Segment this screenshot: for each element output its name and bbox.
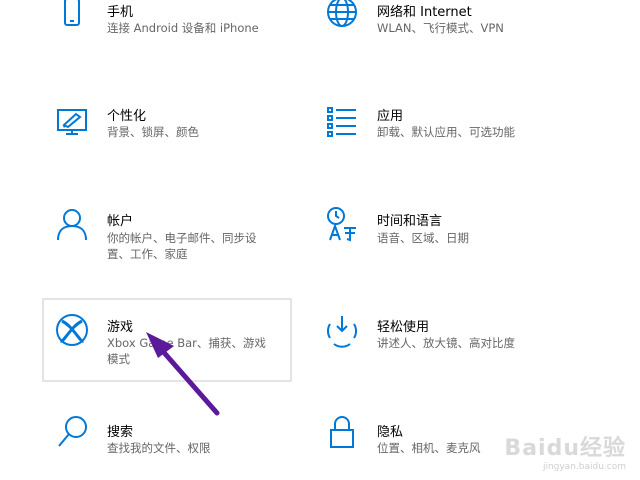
- setting-desc-ease-of-access: 讲述人、放大镜、高对比度: [377, 336, 515, 350]
- setting-title-accounts: 帐户: [107, 214, 134, 229]
- setting-tile-ease-of-access[interactable]: 轻松使用 讲述人、放大镜、高对比度: [312, 298, 582, 382]
- lock-icon: [324, 414, 360, 450]
- setting-tile-personalization[interactable]: 个性化 背景、锁屏、颜色: [42, 92, 292, 172]
- setting-title-personalization: 个性化: [107, 109, 147, 124]
- setting-title-time-language: 时间和语言: [377, 214, 443, 229]
- setting-tile-search[interactable]: 搜索 查找我的文件、权限: [42, 404, 292, 474]
- setting-tile-network[interactable]: 网络和 Internet WLAN、飞行模式、VPN: [312, 0, 582, 52]
- ease-of-access-icon: [324, 312, 360, 348]
- setting-desc-network: WLAN、飞行模式、VPN: [377, 21, 504, 35]
- setting-desc-accounts: 你的帐户、电子邮件、同步设置、工作、家庭: [107, 231, 257, 261]
- setting-desc-search: 查找我的文件、权限: [107, 441, 211, 455]
- setting-tile-phone[interactable]: 手机 连接 Android 设备和 iPhone: [42, 0, 292, 52]
- setting-title-ease-of-access: 轻松使用: [377, 320, 430, 335]
- setting-tile-time-language[interactable]: 时间和语言 语音、区域、日期: [312, 196, 582, 276]
- setting-tile-gaming[interactable]: 游戏 Xbox Game Bar、捕获、游戏模式: [42, 298, 292, 382]
- setting-title-network: 网络和 Internet: [377, 5, 472, 20]
- watermark-logo: Baidu经验: [504, 436, 626, 461]
- setting-title-search: 搜索: [107, 425, 134, 440]
- setting-tile-apps[interactable]: 应用 卸载、默认应用、可选功能: [312, 92, 582, 172]
- setting-title-apps: 应用: [377, 109, 404, 124]
- setting-desc-time-language: 语音、区域、日期: [377, 231, 469, 245]
- globe-icon: [324, 0, 360, 32]
- setting-title-gaming: 游戏: [107, 320, 134, 335]
- setting-tile-accounts[interactable]: 帐户 你的帐户、电子邮件、同步设置、工作、家庭: [42, 196, 292, 276]
- watermark: Baidu经验 jingyan.baidu.com: [504, 430, 626, 472]
- setting-desc-gaming: Xbox Game Bar、捕获、游戏模式: [107, 336, 266, 366]
- setting-desc-phone: 连接 Android 设备和 iPhone: [107, 21, 259, 35]
- apps-list-icon: [324, 104, 360, 140]
- person-icon: [54, 206, 90, 242]
- setting-desc-personalization: 背景、锁屏、颜色: [107, 125, 199, 139]
- personalization-icon: [54, 104, 90, 140]
- setting-title-phone: 手机: [107, 5, 134, 20]
- search-icon: [54, 414, 90, 450]
- phone-icon: [54, 0, 90, 32]
- xbox-icon: [54, 312, 90, 348]
- time-language-icon: [324, 206, 360, 242]
- watermark-url: jingyan.baidu.com: [542, 462, 626, 472]
- setting-title-privacy: 隐私: [377, 425, 404, 440]
- setting-desc-apps: 卸载、默认应用、可选功能: [377, 125, 515, 139]
